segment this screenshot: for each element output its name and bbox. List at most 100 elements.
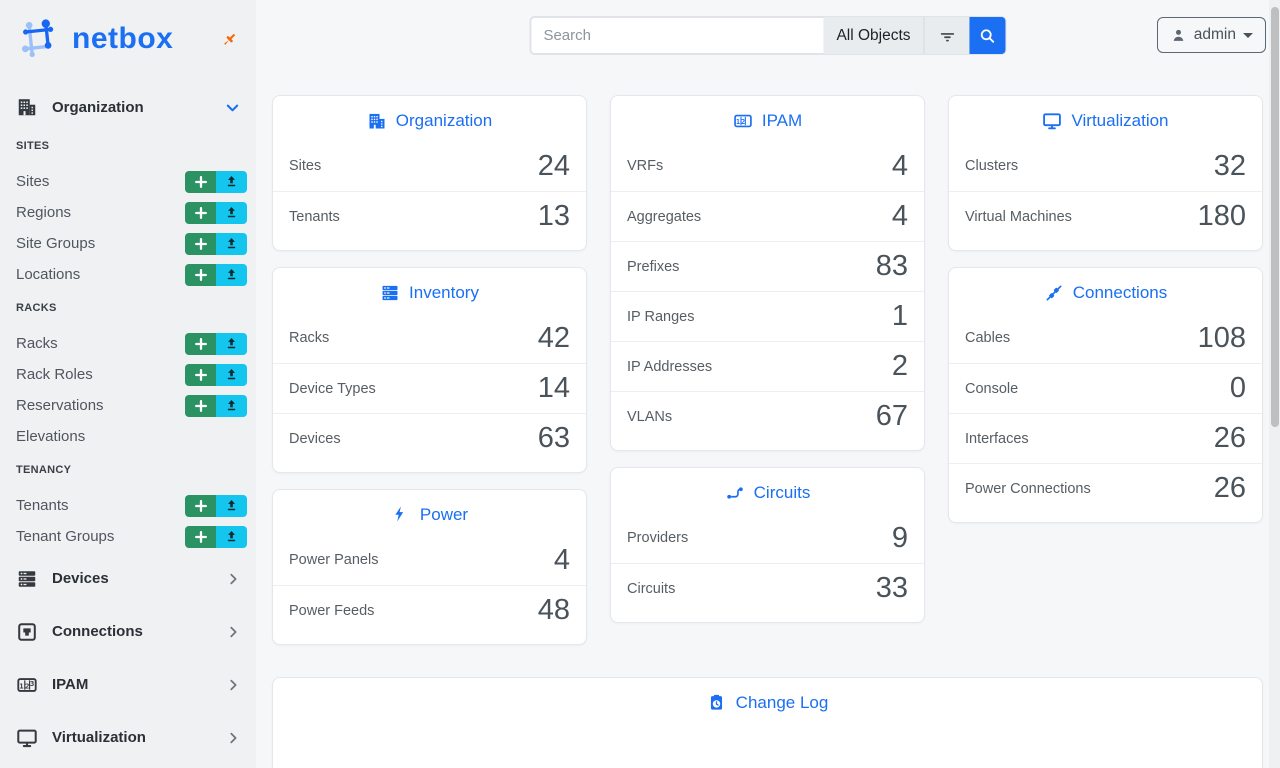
search-button[interactable] [970, 17, 1006, 54]
sidebar-item-label[interactable]: Sites [16, 173, 185, 190]
sidebar-item-label[interactable]: Rack Roles [16, 366, 185, 383]
card-title-changelog[interactable]: Change Log [273, 678, 1262, 723]
card-title-virtualization[interactable]: Virtualization [949, 96, 1262, 141]
sidebar-group-ipam[interactable]: 1 2 3 IPAM [0, 658, 256, 711]
add-button[interactable] [185, 264, 216, 286]
stat-row: Circuits 33 [611, 563, 924, 613]
item-action-buttons [185, 395, 247, 417]
stat-row: Providers 9 [611, 513, 924, 563]
brand-wordmark[interactable]: netbox [72, 22, 173, 56]
scrollbar-thumb[interactable] [1271, 7, 1279, 427]
pin-sidebar-icon[interactable] [218, 28, 240, 50]
netbox-logo-icon[interactable] [16, 16, 62, 62]
card-title-power[interactable]: Power [273, 490, 586, 535]
sidebar-item-label[interactable]: Tenants [16, 497, 185, 514]
item-action-buttons [185, 171, 247, 193]
add-button[interactable] [185, 495, 216, 517]
sidebar-item[interactable]: Site Groups [0, 228, 256, 259]
stat-value: 2 [892, 352, 908, 381]
card-title-ipam[interactable]: 1 2 IPAM [611, 96, 924, 141]
import-button[interactable] [216, 233, 247, 255]
stat-row: Prefixes 83 [611, 241, 924, 291]
card-power: Power Power Panels 4 Power Feeds 48 [272, 489, 587, 645]
sidebar-item[interactable]: Regions [0, 197, 256, 228]
card-title-connections[interactable]: Connections [949, 268, 1262, 313]
stat-label[interactable]: Sites [289, 158, 321, 174]
sidebar-group-connections[interactable]: Connections [0, 605, 256, 658]
card-title-label: Connections [1073, 283, 1168, 303]
sidebar-item[interactable]: Rack Roles [0, 359, 256, 390]
add-button[interactable] [185, 526, 216, 548]
add-button[interactable] [185, 364, 216, 386]
sidebar-item-label[interactable]: Racks [16, 335, 185, 352]
filter-icon[interactable] [924, 17, 970, 54]
sidebar-item-label[interactable]: Regions [16, 204, 185, 221]
stat-label[interactable]: Clusters [965, 158, 1018, 174]
sidebar-item-label[interactable]: Locations [16, 266, 185, 283]
sidebar-item[interactable]: Sites [0, 166, 256, 197]
stat-label[interactable]: Tenants [289, 209, 340, 225]
sidebar-item[interactable]: Locations [0, 259, 256, 290]
import-button[interactable] [216, 526, 247, 548]
import-button[interactable] [216, 202, 247, 224]
sidebar-group-organization[interactable]: Organization [0, 86, 256, 128]
stat-label[interactable]: Devices [289, 431, 341, 447]
card-title-inventory[interactable]: Inventory [273, 268, 586, 313]
stat-label[interactable]: Racks [289, 330, 329, 346]
logo-row: netbox [0, 14, 256, 64]
sidebar-item[interactable]: Tenants [0, 490, 256, 521]
import-button[interactable] [216, 495, 247, 517]
sidebar-item[interactable]: Reservations [0, 390, 256, 421]
stat-label[interactable]: Prefixes [627, 259, 679, 275]
add-button[interactable] [185, 333, 216, 355]
add-button[interactable] [185, 233, 216, 255]
user-menu-button[interactable]: admin [1157, 17, 1266, 53]
sidebar-group-virtualization[interactable]: Virtualization [0, 711, 256, 764]
stat-label[interactable]: IP Ranges [627, 309, 694, 325]
add-button[interactable] [185, 395, 216, 417]
search-icon [979, 27, 997, 45]
stat-label[interactable]: Power Panels [289, 552, 378, 568]
search-input[interactable] [530, 17, 823, 54]
stat-label[interactable]: Power Connections [965, 481, 1091, 497]
import-button[interactable] [216, 264, 247, 286]
sidebar-item[interactable]: Racks [0, 328, 256, 359]
stat-label[interactable]: Device Types [289, 381, 376, 397]
search-scope-dropdown[interactable]: All Objects [823, 17, 923, 54]
add-button[interactable] [185, 171, 216, 193]
stat-label[interactable]: Providers [627, 530, 688, 546]
card-connections: Connections Cables 108 Console 0 Interfa… [948, 267, 1263, 523]
sidebar-item[interactable]: Tenant Groups [0, 521, 256, 552]
stat-label[interactable]: Power Feeds [289, 603, 374, 619]
stat-label[interactable]: Cables [965, 330, 1010, 346]
import-button[interactable] [216, 333, 247, 355]
stat-label[interactable]: VLANs [627, 409, 672, 425]
import-button[interactable] [216, 171, 247, 193]
stat-row: Power Connections 26 [949, 463, 1262, 513]
add-button[interactable] [185, 202, 216, 224]
sidebar-item-label[interactable]: Tenant Groups [16, 528, 185, 545]
stat-value: 108 [1198, 324, 1246, 353]
sidebar-item-label[interactable]: Elevations [16, 428, 247, 445]
card-title-label: Change Log [736, 693, 829, 713]
stat-label[interactable]: Circuits [627, 581, 675, 597]
plus-icon [195, 207, 207, 219]
card-title-organization[interactable]: Organization [273, 96, 586, 141]
sidebar-item[interactable]: Elevations [0, 421, 256, 452]
stat-label[interactable]: Console [965, 381, 1018, 397]
stat-label[interactable]: Aggregates [627, 209, 701, 225]
sidebar-item-label[interactable]: Site Groups [16, 235, 185, 252]
scrollbar-track[interactable] [1269, 0, 1280, 768]
monitor-icon [1042, 111, 1062, 131]
import-button[interactable] [216, 364, 247, 386]
import-button[interactable] [216, 395, 247, 417]
sidebar-group-devices[interactable]: Devices [0, 552, 256, 605]
card-title-circuits[interactable]: Circuits [611, 468, 924, 513]
stat-label[interactable]: IP Addresses [627, 359, 712, 375]
stat-value: 180 [1198, 202, 1246, 231]
stat-label[interactable]: Virtual Machines [965, 209, 1072, 225]
sidebar-item-label[interactable]: Reservations [16, 397, 185, 414]
stat-label[interactable]: VRFs [627, 158, 663, 174]
stat-value: 14 [538, 374, 570, 403]
stat-label[interactable]: Interfaces [965, 431, 1029, 447]
